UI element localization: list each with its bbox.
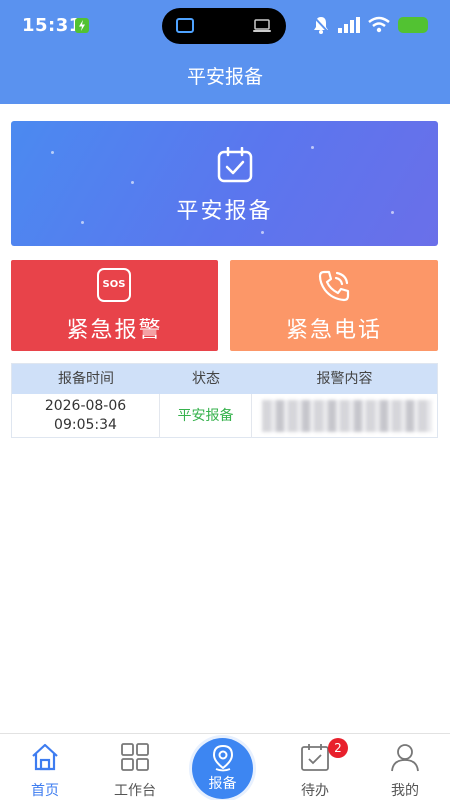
table-header: 报备时间 状态 报警内容 xyxy=(12,364,437,394)
sos-icon-text: SOS xyxy=(97,268,131,302)
laptop-icon xyxy=(252,18,272,32)
emergency-alarm-label: 紧急报警 xyxy=(66,318,163,343)
phone-call-icon xyxy=(316,268,352,304)
cell-time: 09:05:34 xyxy=(54,417,117,433)
blurred-content xyxy=(262,400,432,432)
tab-workbench[interactable]: 工作台 xyxy=(90,734,180,800)
status-bar: 15:31 xyxy=(0,0,450,52)
header-alarm-content: 报警内容 xyxy=(316,371,373,387)
todo-check-icon xyxy=(300,742,330,772)
wifi-icon xyxy=(368,16,390,33)
signal-icon xyxy=(338,17,360,33)
battery-icon xyxy=(398,17,428,33)
emergency-phone-button[interactable]: 紧急电话 xyxy=(230,260,438,351)
home-icon xyxy=(30,742,60,772)
table-row[interactable]: 2026-08-06 09:05:34 平安报备 xyxy=(12,394,437,438)
grid-icon xyxy=(120,742,150,772)
tab-home[interactable]: 首页 xyxy=(0,734,90,800)
screen-mirror-icon xyxy=(176,18,194,33)
charging-bolt-icon xyxy=(75,18,89,33)
tab-report-button[interactable]: 报备 xyxy=(192,738,253,799)
emergency-phone-label: 紧急电话 xyxy=(285,318,382,343)
tab-home-label: 首页 xyxy=(31,783,59,799)
cell-alarm-content xyxy=(252,394,437,438)
dynamic-island xyxy=(162,8,286,44)
safety-report-banner[interactable]: 平安报备 xyxy=(11,121,438,246)
cell-report-time: 2026-08-06 09:05:34 xyxy=(12,394,160,438)
header-report-time: 报备时间 xyxy=(58,371,114,387)
banner-label: 平安报备 xyxy=(176,199,273,224)
bell-icon xyxy=(312,15,330,35)
tab-mine[interactable]: 我的 xyxy=(360,734,450,800)
location-pin-icon xyxy=(211,744,235,772)
tab-todo-label: 待办 xyxy=(301,783,329,799)
status-time: 15:31 xyxy=(22,15,82,36)
user-icon xyxy=(390,742,420,772)
status-icons xyxy=(312,15,432,35)
calendar-check-icon xyxy=(216,146,254,183)
top-bar: 15:31 平安报备 xyxy=(0,0,450,104)
cell-status: 平安报备 xyxy=(160,394,252,438)
cell-date: 2026-08-06 xyxy=(44,398,127,414)
page-title: 平安报备 xyxy=(186,66,263,88)
tab-mine-label: 我的 xyxy=(391,783,419,799)
status-text: 平安报备 xyxy=(177,408,234,424)
todo-badge: 2 xyxy=(328,738,348,758)
sos-icon: SOS xyxy=(97,268,133,304)
emergency-alarm-button[interactable]: SOS 紧急报警 xyxy=(11,260,218,351)
report-table: 报备时间 状态 报警内容 2026-08-06 09:05:34 平安报备 xyxy=(11,363,438,438)
header-status: 状态 xyxy=(192,371,220,387)
tab-workbench-label: 工作台 xyxy=(114,783,156,799)
tab-report-label: 报备 xyxy=(208,776,237,792)
